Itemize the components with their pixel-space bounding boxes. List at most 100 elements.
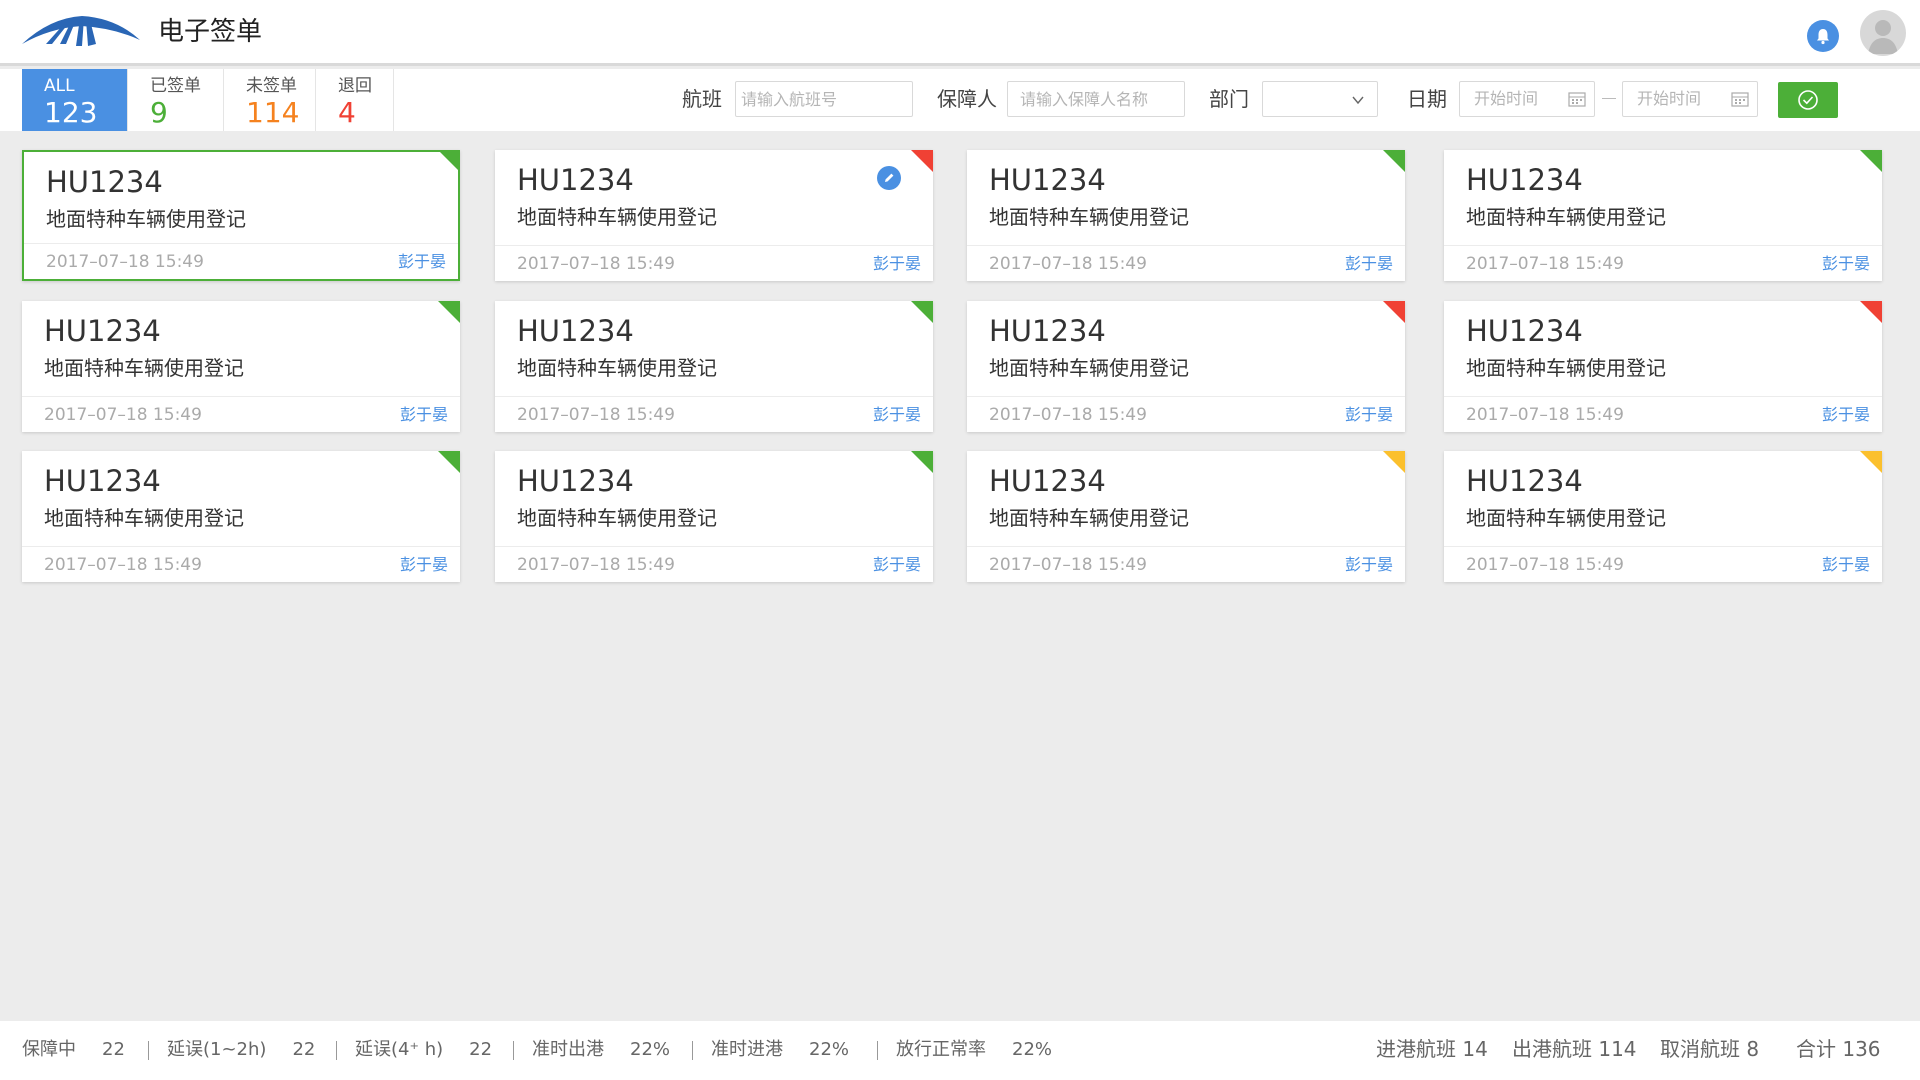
card-footer: 2017–07–18 15:49 彭于晏: [1444, 396, 1882, 432]
sign-sheet-card[interactable]: HU1234 地面特种车辆使用登记 2017–07–18 15:49 彭于晏: [1444, 451, 1882, 582]
card-assignee[interactable]: 彭于晏: [873, 554, 921, 576]
card-timestamp: 2017–07–18 15:49: [517, 405, 675, 425]
status-corner-flag: [1860, 451, 1882, 473]
stat-divider: [148, 1041, 149, 1060]
card-footer: 2017–07–18 15:49 彭于晏: [967, 396, 1405, 432]
total-arrivals: 进港航班 14: [1376, 1037, 1488, 1061]
card-timestamp: 2017–07–18 15:49: [989, 405, 1147, 425]
status-corner-flag: [1383, 451, 1405, 473]
card-assignee[interactable]: 彭于晏: [1345, 554, 1393, 576]
user-avatar[interactable]: [1860, 10, 1906, 56]
task-name: 地面特种车辆使用登记: [1466, 506, 1666, 530]
stat-delay-4h: 延误(4⁺ h) 22: [355, 1039, 493, 1060]
tab-signed[interactable]: 已签单 9: [128, 69, 224, 131]
person-filter-label: 保障人: [937, 87, 997, 111]
total-departures: 出港航班 114: [1512, 1037, 1637, 1061]
person-name-input[interactable]: [1007, 81, 1185, 117]
flight-number: HU1234: [517, 314, 634, 348]
end-date-input[interactable]: 开始时间: [1622, 81, 1758, 117]
tab-returned[interactable]: 退回 4: [316, 69, 394, 131]
status-corner-flag: [1383, 301, 1405, 323]
flight-number: HU1234: [517, 464, 634, 498]
tab-all[interactable]: ALL 123: [22, 69, 128, 131]
status-corner-flag: [911, 301, 933, 323]
card-footer: 2017–07–18 15:49 彭于晏: [495, 396, 933, 432]
stat-on-time-departure: 准时出港 22%: [532, 1039, 671, 1060]
card-assignee[interactable]: 彭于晏: [1822, 253, 1870, 275]
flight-number: HU1234: [44, 464, 161, 498]
card-footer: 2017–07–18 15:49 彭于晏: [495, 546, 933, 582]
stat-release-normal-rate: 放行正常率 22%: [896, 1039, 1053, 1060]
status-corner-flag: [1860, 301, 1882, 323]
card-timestamp: 2017–07–18 15:49: [989, 555, 1147, 575]
airline-logo: [22, 16, 140, 46]
sign-sheet-card[interactable]: HU1234 地面特种车辆使用登记 2017–07–18 15:49 彭于晏: [967, 451, 1405, 582]
stat-divider: [513, 1041, 514, 1060]
task-name: 地面特种车辆使用登记: [46, 207, 246, 231]
card-footer: 2017–07–18 15:49 彭于晏: [1444, 546, 1882, 582]
flight-number: HU1234: [989, 314, 1106, 348]
sign-sheet-card[interactable]: HU1234 地面特种车辆使用登记 2017–07–18 15:49 彭于晏: [22, 150, 460, 281]
status-corner-flag: [911, 451, 933, 473]
sign-sheet-card[interactable]: HU1234 地面特种车辆使用登记 2017–07–18 15:49 彭于晏: [495, 150, 933, 281]
flight-number-input[interactable]: [735, 81, 913, 117]
flight-number: HU1234: [46, 165, 163, 199]
card-footer: 2017–07–18 15:49 彭于晏: [967, 245, 1405, 281]
flight-number: HU1234: [989, 464, 1106, 498]
notification-bell-icon[interactable]: [1807, 20, 1839, 52]
department-select[interactable]: [1262, 81, 1378, 117]
sign-sheet-card[interactable]: HU1234 地面特种车辆使用登记 2017–07–18 15:49 彭于晏: [495, 451, 933, 582]
task-name: 地面特种车辆使用登记: [517, 205, 717, 229]
task-name: 地面特种车辆使用登记: [517, 356, 717, 380]
sign-sheet-card[interactable]: HU1234 地面特种车辆使用登记 2017–07–18 15:49 彭于晏: [967, 150, 1405, 281]
stat-divider: [877, 1041, 878, 1060]
card-assignee[interactable]: 彭于晏: [1345, 253, 1393, 275]
card-timestamp: 2017–07–18 15:49: [517, 555, 675, 575]
chevron-down-icon: [1352, 96, 1364, 105]
sign-sheet-card[interactable]: HU1234 地面特种车辆使用登记 2017–07–18 15:49 彭于晏: [967, 301, 1405, 432]
calendar-icon: [1731, 92, 1749, 107]
statistics-footer: 保障中 22 延误(1~2h) 22 延误(4⁺ h) 22 准时出港 22% 准时进港…: [0, 1021, 1920, 1080]
flight-number: HU1234: [44, 314, 161, 348]
card-assignee[interactable]: 彭于晏: [873, 404, 921, 426]
stat-in-progress: 保障中 22: [22, 1039, 125, 1060]
card-assignee[interactable]: 彭于晏: [398, 251, 446, 273]
card-assignee[interactable]: 彭于晏: [1345, 404, 1393, 426]
sign-sheet-card[interactable]: HU1234 地面特种车辆使用登记 2017–07–18 15:49 彭于晏: [22, 451, 460, 582]
sign-sheet-card[interactable]: HU1234 地面特种车辆使用登记 2017–07–18 15:49 彭于晏: [22, 301, 460, 432]
card-footer: 2017–07–18 15:49 彭于晏: [495, 245, 933, 281]
sign-sheet-card[interactable]: HU1234 地面特种车辆使用登记 2017–07–18 15:49 彭于晏: [495, 301, 933, 432]
start-date-placeholder: 开始时间: [1474, 89, 1539, 108]
flight-number: HU1234: [1466, 314, 1583, 348]
sign-sheet-card[interactable]: HU1234 地面特种车辆使用登记 2017–07–18 15:49 彭于晏: [1444, 301, 1882, 432]
stat-divider: [692, 1041, 693, 1060]
card-timestamp: 2017–07–18 15:49: [44, 555, 202, 575]
card-timestamp: 2017–07–18 15:49: [989, 254, 1147, 274]
task-name: 地面特种车辆使用登记: [1466, 205, 1666, 229]
task-name: 地面特种车辆使用登记: [989, 356, 1189, 380]
sign-sheet-card[interactable]: HU1234 地面特种车辆使用登记 2017–07–18 15:49 彭于晏: [1444, 150, 1882, 281]
check-circle-icon: [1798, 90, 1818, 110]
flight-filter-label: 航班: [682, 87, 722, 111]
card-assignee[interactable]: 彭于晏: [1822, 554, 1870, 576]
status-corner-flag: [438, 152, 458, 172]
start-date-input[interactable]: 开始时间: [1459, 81, 1595, 117]
status-corner-flag: [438, 451, 460, 473]
card-timestamp: 2017–07–18 15:49: [1466, 555, 1624, 575]
edit-icon[interactable]: [877, 166, 901, 190]
card-assignee[interactable]: 彭于晏: [400, 404, 448, 426]
card-assignee[interactable]: 彭于晏: [400, 554, 448, 576]
card-timestamp: 2017–07–18 15:49: [46, 252, 204, 272]
total-cancelled: 取消航班 8: [1660, 1037, 1760, 1061]
stat-on-time-arrival: 准时进港 22%: [711, 1039, 850, 1060]
card-footer: 2017–07–18 15:49 彭于晏: [22, 396, 460, 432]
card-timestamp: 2017–07–18 15:49: [517, 254, 675, 274]
card-assignee[interactable]: 彭于晏: [1822, 404, 1870, 426]
card-timestamp: 2017–07–18 15:49: [1466, 405, 1624, 425]
confirm-filter-button[interactable]: [1778, 82, 1838, 118]
card-timestamp: 2017–07–18 15:49: [44, 405, 202, 425]
flight-number: HU1234: [989, 163, 1106, 197]
status-corner-flag: [1383, 150, 1405, 172]
card-assignee[interactable]: 彭于晏: [873, 253, 921, 275]
tab-unsigned[interactable]: 未签单 114: [224, 69, 316, 131]
